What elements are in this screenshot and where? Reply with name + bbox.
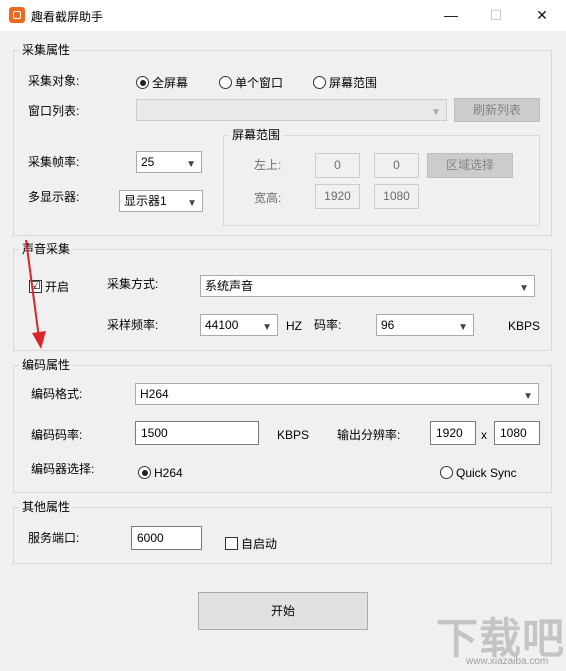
watermark-url: www.xiazaiba.com [466, 656, 549, 667]
annotation-arrow-icon [25, 239, 46, 349]
